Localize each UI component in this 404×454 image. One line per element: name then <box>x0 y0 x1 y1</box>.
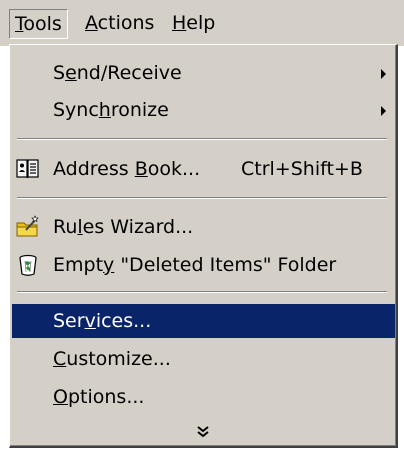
menu-item-options[interactable]: Options... <box>12 380 395 414</box>
label-pre: Ru <box>53 216 78 238</box>
menu-item-label: Services... <box>53 304 151 338</box>
shortcut-label: Ctrl+Shift+B <box>241 158 363 180</box>
menu-bar: Tools Actions Help <box>0 0 404 46</box>
label-pre: Address <box>53 158 135 180</box>
menubar-tools[interactable]: Tools <box>9 9 68 39</box>
label-accel: y <box>103 254 115 276</box>
label-post: ook... <box>147 158 201 180</box>
menu-item-customize[interactable]: Customize... <box>12 342 395 376</box>
menubar-actions-post: ctions <box>97 12 155 34</box>
menu-item-label: Send/Receive <box>53 56 182 90</box>
menu-item-address-book[interactable]: Address Book... Ctrl+Shift+B <box>12 152 395 186</box>
label-post: ptions... <box>67 386 145 408</box>
rules-wizard-icon <box>16 215 39 237</box>
label-accel: C <box>53 348 67 370</box>
label-pre: Sync <box>53 99 99 121</box>
label-accel: O <box>53 386 68 408</box>
label-post: ustomize... <box>66 348 171 370</box>
label-post: "Deleted Items" Folder <box>114 254 337 276</box>
submenu-arrow-icon <box>381 106 386 116</box>
label-post: ices... <box>95 310 152 332</box>
menu-separator <box>17 138 387 140</box>
menu-item-rules-wizard[interactable]: Rules Wizard... <box>12 210 395 244</box>
label-pre: S <box>53 62 66 84</box>
menu-item-label: Customize... <box>53 342 171 376</box>
label-accel: v <box>84 310 96 332</box>
menu-item-label: Rules Wizard... <box>53 210 193 244</box>
menu-item-label: Address Book... <box>53 152 200 186</box>
label-accel: h <box>98 99 111 121</box>
trash-can-icon <box>19 254 37 276</box>
address-book-icon <box>16 159 39 178</box>
label-post: es Wizard... <box>82 216 194 238</box>
menu-separator <box>17 197 387 199</box>
menubar-tools-post: ools <box>23 13 62 35</box>
menu-item-send-receive[interactable]: Send/Receive <box>12 56 395 90</box>
label-pre: Empt <box>53 254 104 276</box>
menubar-actions-accel: A <box>85 12 98 34</box>
menu-separator <box>17 291 387 293</box>
menu-item-empty-deleted-items[interactable]: Empty "Deleted Items" Folder <box>12 248 395 282</box>
menubar-actions[interactable]: Actions <box>80 9 159 39</box>
submenu-arrow-icon <box>381 69 386 79</box>
menu-item-services[interactable]: Services... <box>12 304 395 338</box>
menubar-help[interactable]: Help <box>167 9 220 39</box>
menu-item-synchronize[interactable]: Synchronize <box>12 93 395 127</box>
double-chevron-down-icon[interactable] <box>196 426 210 438</box>
menu-item-label: Synchronize <box>53 93 169 127</box>
label-accel: B <box>134 158 148 180</box>
menubar-help-post: elp <box>186 12 216 34</box>
label-accel: e <box>65 62 77 84</box>
label-post: ronize <box>110 99 169 121</box>
menu-item-label: Empty "Deleted Items" Folder <box>53 248 336 282</box>
label-pre: Ser <box>53 310 85 332</box>
tools-dropdown-menu: Send/Receive Synchronize Address Book...… <box>9 44 398 448</box>
menu-item-label: Options... <box>53 380 144 414</box>
menubar-help-accel: H <box>172 12 187 34</box>
label-post: nd/Receive <box>76 62 182 84</box>
